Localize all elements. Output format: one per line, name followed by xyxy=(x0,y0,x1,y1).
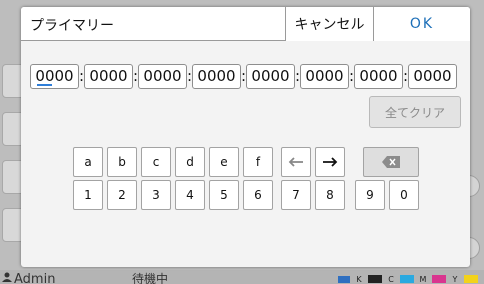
key-3[interactable]: 3 xyxy=(141,180,171,210)
ink-bar-y xyxy=(464,275,478,283)
status-user-name: Admin xyxy=(14,272,56,284)
key-b[interactable]: b xyxy=(107,147,137,177)
address-field-4[interactable]: 0000 xyxy=(192,63,241,89)
address-field-8[interactable]: 0000 xyxy=(408,63,457,89)
key-7[interactable]: 7 xyxy=(281,180,311,210)
ink-bar-k xyxy=(368,275,382,283)
ipv6-address-input: 0000 : 0000 : 0000 : 0000 : 0000 : 0000 … xyxy=(30,63,457,89)
address-field-1[interactable]: 0000 xyxy=(30,63,79,89)
address-field-6[interactable]: 0000 xyxy=(300,63,349,89)
key-8[interactable]: 8 xyxy=(315,180,345,210)
ink-label-c: C xyxy=(388,274,394,284)
status-bar: Admin 待機中 K C M Y xyxy=(0,270,484,284)
key-6[interactable]: 6 xyxy=(243,180,273,210)
ink-level-indicator: K C M Y xyxy=(338,274,478,284)
key-5[interactable]: 5 xyxy=(209,180,239,210)
key-0[interactable]: 0 xyxy=(389,180,419,210)
arrow-left-icon xyxy=(288,157,303,167)
key-1[interactable]: 1 xyxy=(73,180,103,210)
key-a[interactable]: a xyxy=(73,147,103,177)
key-4[interactable]: 4 xyxy=(175,180,205,210)
key-f[interactable]: f xyxy=(243,147,273,177)
clear-all-button[interactable]: 全てクリア xyxy=(369,96,461,128)
ok-button[interactable]: OK xyxy=(373,7,470,41)
arrow-right-icon xyxy=(323,157,338,167)
ink-label-k: K xyxy=(356,274,362,284)
key-2[interactable]: 2 xyxy=(107,180,137,210)
address-field-7[interactable]: 0000 xyxy=(354,63,403,89)
cancel-button[interactable]: キャンセル xyxy=(285,7,373,41)
user-icon xyxy=(2,272,12,282)
cursor-left-button[interactable] xyxy=(281,147,311,177)
address-field-5[interactable]: 0000 xyxy=(246,63,295,89)
printer-icon xyxy=(338,276,350,283)
cursor-right-button[interactable] xyxy=(315,147,345,177)
key-9[interactable]: 9 xyxy=(355,180,385,210)
ink-bar-c xyxy=(400,275,414,283)
dialog-header: プライマリー キャンセル OK xyxy=(21,7,470,41)
status-message: 待機中 xyxy=(132,272,169,284)
address-field-3[interactable]: 0000 xyxy=(138,63,187,89)
key-e[interactable]: e xyxy=(209,147,239,177)
address-field-2[interactable]: 0000 xyxy=(84,63,133,89)
ink-label-y: Y xyxy=(452,274,458,284)
ink-label-m: M xyxy=(419,274,427,284)
dialog-title: プライマリー xyxy=(30,18,114,34)
key-c[interactable]: c xyxy=(141,147,171,177)
ink-bar-m xyxy=(432,275,446,283)
backspace-icon xyxy=(382,156,400,168)
key-d[interactable]: d xyxy=(175,147,205,177)
backspace-button[interactable] xyxy=(363,147,419,177)
ip-address-dialog: プライマリー キャンセル OK 0000 : 0000 : 0000 : 000… xyxy=(21,7,470,267)
